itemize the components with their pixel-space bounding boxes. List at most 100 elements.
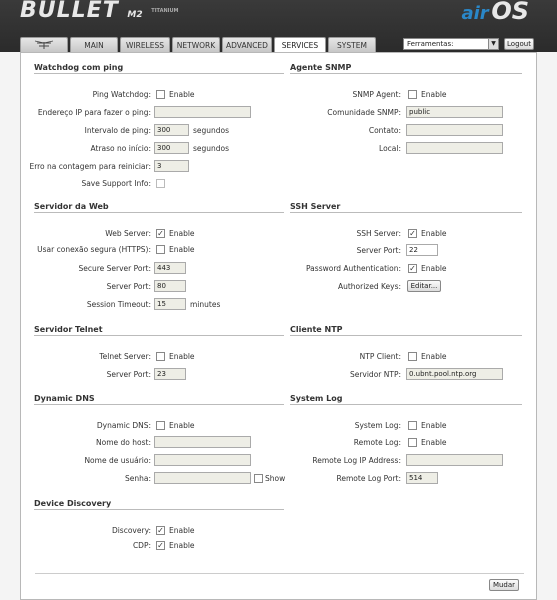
save-support-info-label: Save Support Info: bbox=[81, 179, 151, 188]
ping-ip-input[interactable] bbox=[154, 106, 251, 118]
start-delay-label: Atraso no início: bbox=[90, 144, 151, 153]
snmp-location-input[interactable] bbox=[406, 142, 503, 154]
tab-advanced-label: ADVANCED bbox=[226, 40, 268, 50]
ssh-port-input[interactable]: 22 bbox=[406, 244, 438, 256]
ping-interval-unit: segundos bbox=[193, 126, 230, 135]
section-divider bbox=[290, 73, 522, 74]
ntp-client-checkbox[interactable] bbox=[408, 352, 417, 361]
section-divider bbox=[34, 212, 284, 213]
cdp-enable-label: Enable bbox=[169, 541, 195, 550]
ddns-host-label: Nome do host: bbox=[96, 438, 151, 447]
section-divider bbox=[34, 509, 284, 510]
antenna-icon bbox=[34, 40, 54, 49]
airos-logo-os: OS bbox=[491, 0, 529, 25]
remote-log-checkbox[interactable] bbox=[408, 438, 417, 447]
tab-main-label: MAIN bbox=[84, 40, 104, 50]
tab-main[interactable]: MAIN bbox=[70, 37, 118, 52]
web-port-input[interactable]: 80 bbox=[154, 280, 186, 292]
section-title-snmp: Agente SNMP bbox=[290, 63, 352, 72]
web-server-checkbox[interactable]: ✓ bbox=[156, 229, 165, 238]
ssh-port-label: Server Port: bbox=[356, 246, 401, 255]
ssh-server-enable-label: Enable bbox=[421, 229, 447, 238]
brand-edition: TITANIUM bbox=[151, 8, 179, 14]
show-password-checkbox[interactable] bbox=[254, 474, 263, 483]
failure-count-label: Erro na contagem para reiniciar: bbox=[29, 162, 151, 171]
services-panel: Watchdog com ping Ping Watchdog: Enable … bbox=[20, 52, 537, 600]
tab-advanced[interactable]: ADVANCED bbox=[222, 37, 272, 52]
section-divider bbox=[34, 335, 284, 336]
section-title-ntp: Cliente NTP bbox=[290, 325, 343, 334]
discovery-label: Discovery: bbox=[111, 526, 151, 535]
authorized-keys-label: Authorized Keys: bbox=[337, 282, 401, 291]
remote-log-enable-label: Enable bbox=[421, 438, 447, 447]
telnet-server-checkbox[interactable] bbox=[156, 352, 165, 361]
section-title-discovery: Device Discovery bbox=[34, 499, 112, 508]
remote-log-ip-label: Remote Log IP Address: bbox=[312, 456, 401, 465]
save-support-info-checkbox[interactable] bbox=[156, 179, 165, 188]
section-divider bbox=[34, 73, 284, 74]
snmp-agent-label: SNMP Agent: bbox=[352, 90, 401, 99]
secure-port-input[interactable]: 443 bbox=[154, 262, 186, 274]
ddns-user-label: Nome de usuário: bbox=[84, 456, 151, 465]
show-password-label: Show bbox=[265, 474, 286, 483]
tab-services[interactable]: SERVICES bbox=[274, 37, 326, 53]
ddns-label: Dynamic DNS: bbox=[96, 421, 151, 430]
failure-count-input[interactable]: 3 bbox=[154, 160, 189, 172]
snmp-community-input[interactable]: public bbox=[406, 106, 503, 118]
password-auth-checkbox[interactable]: ✓ bbox=[408, 264, 417, 273]
change-button[interactable]: Mudar bbox=[489, 579, 519, 591]
secure-port-label: Secure Server Port: bbox=[78, 264, 151, 273]
ddns-checkbox[interactable] bbox=[156, 421, 165, 430]
cdp-label: CDP: bbox=[132, 541, 151, 550]
ping-interval-input[interactable]: 300 bbox=[154, 124, 189, 136]
web-server-enable-label: Enable bbox=[169, 229, 195, 238]
remote-log-ip-input[interactable] bbox=[406, 454, 503, 466]
ping-watchdog-label: Ping Watchdog: bbox=[92, 90, 151, 99]
ddns-user-input[interactable] bbox=[154, 454, 251, 466]
https-checkbox[interactable] bbox=[156, 245, 165, 254]
airos-logo: air OS bbox=[461, 0, 529, 28]
ntp-server-label: Servidor NTP: bbox=[349, 370, 401, 379]
ntp-server-input[interactable]: 0.ubnt.pool.ntp.org bbox=[406, 368, 503, 380]
discovery-checkbox[interactable]: ✓ bbox=[156, 526, 165, 535]
telnet-port-input[interactable]: 23 bbox=[154, 368, 186, 380]
ping-interval-label: Intervalo de ping: bbox=[84, 126, 151, 135]
snmp-contact-input[interactable] bbox=[406, 124, 503, 136]
remote-log-port-input[interactable]: 514 bbox=[406, 472, 438, 484]
tab-services-label: SERVICES bbox=[281, 41, 319, 50]
brand-name: BULLET bbox=[20, 0, 119, 23]
tab-wireless[interactable]: WIRELESS bbox=[120, 37, 170, 52]
tab-system[interactable]: SYSTEM bbox=[328, 37, 376, 52]
ping-ip-label: Endereço IP para fazer o ping: bbox=[37, 108, 151, 117]
ddns-password-label: Senha: bbox=[124, 474, 151, 483]
edit-keys-button[interactable]: Editar... bbox=[407, 280, 441, 292]
tools-select[interactable]: Ferramentas: ▼ bbox=[403, 38, 499, 50]
start-delay-input[interactable]: 300 bbox=[154, 142, 189, 154]
ssh-server-checkbox[interactable]: ✓ bbox=[408, 229, 417, 238]
cdp-checkbox[interactable]: ✓ bbox=[156, 541, 165, 550]
tab-network[interactable]: NETWORK bbox=[172, 37, 220, 52]
ddns-host-input[interactable] bbox=[154, 436, 251, 448]
syslog-checkbox[interactable] bbox=[408, 421, 417, 430]
discovery-enable-label: Enable bbox=[169, 526, 195, 535]
tab-airmax[interactable] bbox=[20, 37, 68, 52]
brand-model: M2 bbox=[127, 10, 143, 20]
section-divider bbox=[34, 404, 284, 405]
section-title-syslog: System Log bbox=[290, 394, 343, 403]
tools-select-value: Ferramentas: bbox=[407, 40, 454, 48]
https-label: Usar conexão segura (HTTPS): bbox=[37, 245, 151, 254]
ddns-password-input[interactable] bbox=[154, 472, 251, 484]
ping-watchdog-checkbox[interactable] bbox=[156, 90, 165, 99]
session-timeout-input[interactable]: 15 bbox=[154, 298, 186, 310]
chevron-down-icon[interactable]: ▼ bbox=[488, 39, 498, 49]
web-server-label: Web Server: bbox=[105, 229, 151, 238]
telnet-server-label: Telnet Server: bbox=[99, 352, 151, 361]
telnet-server-enable-label: Enable bbox=[169, 352, 195, 361]
tab-network-label: NETWORK bbox=[176, 40, 216, 50]
snmp-agent-checkbox[interactable] bbox=[408, 90, 417, 99]
snmp-contact-label: Contato: bbox=[368, 126, 401, 135]
logout-button[interactable]: Logout bbox=[504, 38, 534, 50]
ddns-enable-label: Enable bbox=[169, 421, 195, 430]
password-auth-enable-label: Enable bbox=[421, 264, 447, 273]
section-title-telnet: Servidor Telnet bbox=[34, 325, 103, 334]
